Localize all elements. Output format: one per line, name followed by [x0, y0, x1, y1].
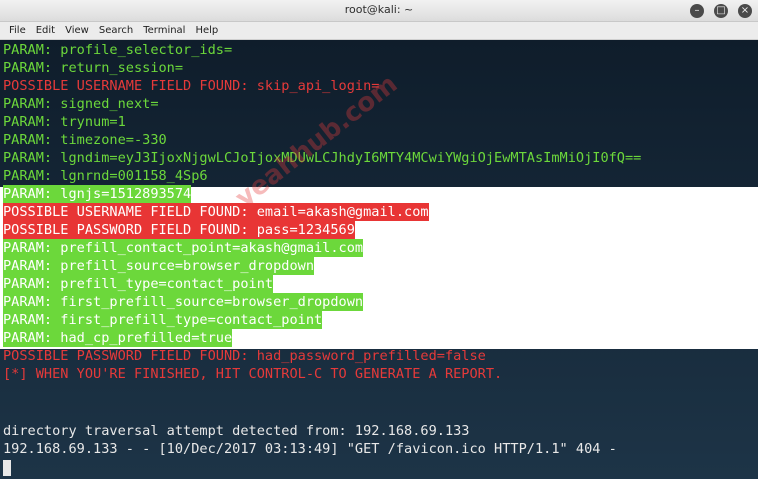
close-icon[interactable]: ×: [738, 4, 752, 18]
menu-bar: File Edit View Search Terminal Help: [0, 22, 758, 40]
username-found-line: POSSIBLE USERNAME FIELD FOUND: email=aka…: [3, 203, 429, 221]
terminal-window: root@kali: ~ – □ × File Edit View Search…: [0, 0, 758, 479]
menu-help[interactable]: Help: [190, 25, 223, 36]
menu-terminal[interactable]: Terminal: [138, 25, 190, 36]
window-title: root@kali: ~: [344, 3, 414, 16]
password-found-line: POSSIBLE PASSWORD FIELD FOUND: pass=1234…: [3, 221, 355, 239]
menu-file[interactable]: File: [4, 25, 31, 36]
output-line-highlighted: PARAM: prefill_contact_point=akash@gmail…: [3, 239, 364, 257]
maximize-icon[interactable]: □: [714, 4, 728, 18]
output-line-highlighted: PARAM: first_prefill_type=contact_point: [3, 311, 323, 329]
output-line: POSSIBLE PASSWORD FIELD FOUND: had_passw…: [3, 348, 486, 364]
title-bar[interactable]: root@kali: ~ – □ ×: [0, 0, 758, 22]
credential-harvester-output: PARAM: profile_selector_ids= PARAM: retu…: [3, 41, 641, 383]
output-line: PARAM: signed_next=: [3, 96, 159, 112]
output-line-highlighted: PARAM: had_cp_prefilled=true: [3, 329, 233, 347]
output-line-highlighted: PARAM: prefill_source=browser_dropdown: [3, 257, 314, 275]
output-line-highlighted: PARAM: lgnjs=1512893574: [3, 185, 192, 203]
window-controls: – □ ×: [690, 4, 752, 18]
terminal-output[interactable]: PARAM: profile_selector_ids= PARAM: retu…: [0, 40, 758, 479]
output-line-highlighted: PARAM: first_prefill_source=browser_drop…: [3, 293, 364, 311]
log-line: 192.168.69.133 - - [10/Dec/2017 03:13:49…: [3, 441, 617, 457]
menu-search[interactable]: Search: [94, 25, 138, 36]
menu-view[interactable]: View: [60, 25, 94, 36]
log-line: directory traversal attempt detected fro…: [3, 423, 470, 439]
minimize-icon[interactable]: –: [690, 4, 704, 18]
output-line: PARAM: profile_selector_ids=: [3, 42, 233, 58]
output-line: [*] WHEN YOU'RE FINISHED, HIT CONTROL-C …: [3, 366, 503, 382]
output-line-highlighted: PARAM: prefill_type=contact_point: [3, 275, 274, 293]
text-cursor: [3, 460, 11, 476]
output-line: PARAM: return_session=: [3, 60, 184, 76]
server-log: directory traversal attempt detected fro…: [3, 422, 617, 458]
output-line: PARAM: lgnrnd=001158_4Sp6: [3, 168, 208, 184]
menu-edit[interactable]: Edit: [31, 25, 60, 36]
output-line: POSSIBLE USERNAME FIELD FOUND: skip_api_…: [3, 78, 380, 94]
